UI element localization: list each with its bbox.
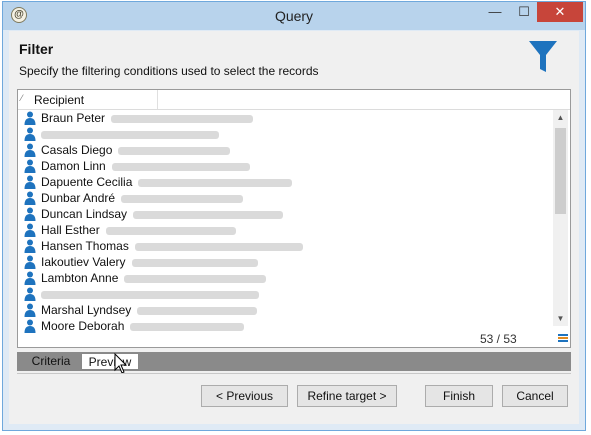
redacted-email — [111, 115, 253, 123]
person-icon — [24, 111, 36, 125]
query-window: @ Query — ☐ ✕ Filter Specify the filteri… — [2, 1, 586, 431]
close-button[interactable]: ✕ — [537, 2, 583, 22]
recipient-name: Lambton Anne — [41, 271, 119, 285]
table-row[interactable]: Duncan Lindsay — [18, 206, 552, 222]
recipient-name: Duncan Lindsay — [41, 207, 128, 221]
redacted-email — [135, 243, 303, 251]
dialog-content: Filter Specify the filtering conditions … — [9, 31, 579, 424]
recipient-name: Dunbar André — [41, 191, 116, 205]
table-row[interactable]: Iakoutiev Valery — [18, 254, 552, 270]
table-row[interactable]: Marshal Lyndsey — [18, 302, 552, 318]
redacted-email — [137, 307, 257, 315]
page-description: Specify the filtering conditions used to… — [19, 64, 319, 78]
person-icon — [24, 303, 36, 317]
table-row[interactable] — [18, 126, 552, 142]
person-icon — [24, 143, 36, 157]
recipient-name: Dapuente Cecilia — [41, 175, 133, 189]
scroll-thumb[interactable] — [555, 128, 566, 214]
redacted-email — [106, 227, 236, 235]
person-icon — [24, 239, 36, 253]
scroll-up-icon[interactable]: ▲ — [555, 112, 566, 123]
person-icon — [24, 127, 36, 141]
person-icon — [24, 159, 36, 173]
scroll-down-icon[interactable]: ▼ — [555, 313, 566, 324]
table-row[interactable] — [18, 286, 552, 302]
person-icon — [24, 223, 36, 237]
recipient-grid[interactable]: ⁄ Recipient Braun Peter Casals Diego Damon… — [17, 89, 571, 348]
recipient-name: Iakoutiev Valery — [41, 255, 126, 269]
redacted-email — [112, 163, 250, 171]
table-row[interactable]: Lambton Anne — [18, 270, 552, 286]
recipient-name: Damon Linn — [41, 159, 106, 173]
redacted-email — [130, 323, 244, 331]
list-menu-icon[interactable] — [558, 333, 568, 343]
person-icon — [24, 287, 36, 301]
page-title: Filter — [19, 41, 54, 57]
recipient-name: Hall Esther — [41, 223, 100, 237]
table-row[interactable]: Hansen Thomas — [18, 238, 552, 254]
redacted-email — [138, 179, 292, 187]
grid-header: ⁄ Recipient — [18, 90, 570, 110]
column-divider[interactable] — [157, 90, 158, 109]
recipient-name: Braun Peter — [41, 111, 106, 125]
table-row[interactable]: Hall Esther — [18, 222, 552, 238]
recipient-name: Hansen Thomas — [41, 239, 129, 253]
refine-target-button[interactable]: Refine target > — [297, 385, 397, 407]
column-header-recipient[interactable]: Recipient — [34, 93, 84, 107]
tab-preview[interactable]: Preview — [81, 353, 139, 370]
table-row[interactable]: Dunbar André — [18, 190, 552, 206]
table-row[interactable]: Moore Deborah — [18, 318, 552, 334]
cancel-button[interactable]: Cancel — [502, 385, 568, 407]
redacted-email — [132, 259, 258, 267]
redacted-email — [118, 147, 230, 155]
divider — [17, 373, 571, 374]
person-icon — [24, 319, 36, 333]
recipient-name: Moore Deborah — [41, 319, 125, 333]
redacted-email — [133, 211, 283, 219]
table-row[interactable]: Dapuente Cecilia — [18, 174, 552, 190]
funnel-icon — [529, 41, 557, 72]
redacted-email — [41, 291, 259, 299]
minimize-button[interactable]: — — [481, 2, 509, 22]
person-icon — [24, 271, 36, 285]
person-icon — [24, 255, 36, 269]
finish-button[interactable]: Finish — [425, 385, 493, 407]
sort-icon[interactable]: ⁄ — [21, 93, 23, 103]
recipient-name: Marshal Lyndsey — [41, 303, 132, 317]
person-icon — [24, 207, 36, 221]
redacted-email — [121, 195, 243, 203]
redacted-email — [41, 131, 219, 139]
table-row[interactable]: Braun Peter — [18, 110, 552, 126]
recipient-name: Casals Diego — [41, 143, 113, 157]
redacted-email — [124, 275, 266, 283]
table-row[interactable]: Casals Diego — [18, 142, 552, 158]
person-icon — [24, 191, 36, 205]
vertical-scrollbar[interactable]: ▲ ▼ — [553, 110, 568, 326]
person-icon — [24, 175, 36, 189]
table-row[interactable]: Damon Linn — [18, 158, 552, 174]
previous-button[interactable]: < Previous — [201, 385, 288, 407]
maximize-button[interactable]: ☐ — [511, 2, 537, 22]
mouse-cursor-icon — [114, 353, 128, 374]
tab-bar: Criteria Preview — [17, 352, 571, 371]
record-count: 53 / 53 — [480, 332, 517, 346]
tab-criteria[interactable]: Criteria — [23, 353, 79, 370]
title-bar[interactable]: @ Query — ☐ ✕ — [3, 2, 585, 30]
